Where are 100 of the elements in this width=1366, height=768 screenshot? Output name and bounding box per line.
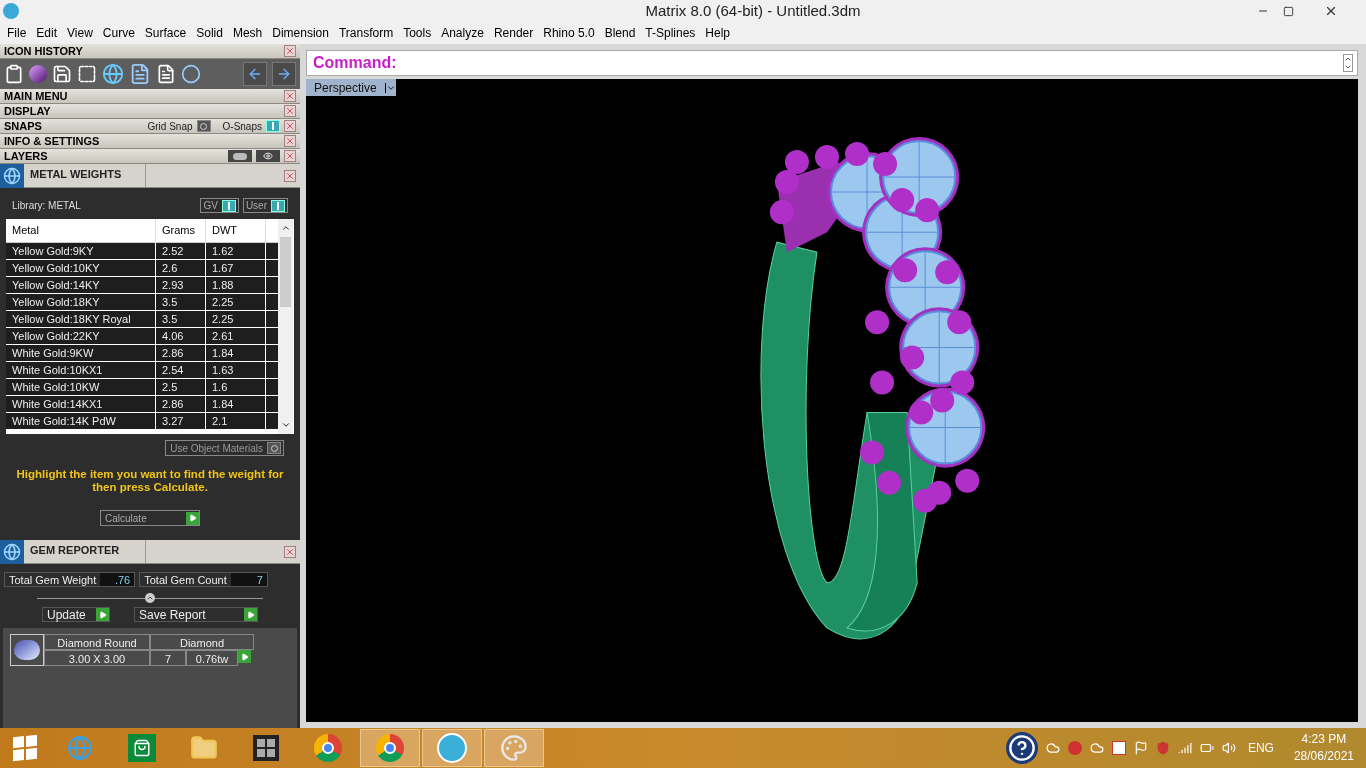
metal-row[interactable]: Yellow Gold:10KY 2.6 1.67 [6, 260, 278, 277]
menu-item[interactable]: Edit [31, 24, 63, 42]
stat-label: Total Gem Count [143, 573, 228, 586]
viewport[interactable]: Perspective [306, 79, 1358, 722]
restore-icon[interactable] [1283, 5, 1294, 17]
scroll-up-icon[interactable] [280, 223, 291, 233]
arrow-right-icon [276, 66, 292, 82]
command-field[interactable]: Command: [306, 50, 1358, 76]
collapse-handle[interactable] [145, 593, 155, 603]
menu-item[interactable]: Rhino 5.0 [538, 24, 600, 42]
table-cell: 1.84 [206, 345, 266, 361]
column-header[interactable]: Grams [156, 219, 206, 242]
close-panel-icon[interactable] [284, 150, 296, 162]
toggle-switch[interactable] [196, 120, 211, 132]
scrollbar[interactable] [278, 219, 293, 434]
menu-item[interactable]: Mesh [227, 24, 268, 42]
document-icon[interactable] [156, 64, 176, 84]
panel-header[interactable]: INFO & SETTINGS [0, 134, 300, 149]
table-cell: 1.62 [206, 243, 266, 259]
scroll-down-icon[interactable] [280, 420, 291, 430]
panel-header[interactable]: DISPLAY [0, 104, 300, 119]
close-panel-icon[interactable] [284, 169, 296, 182]
save-icon[interactable] [52, 64, 72, 84]
close-panel-icon[interactable] [284, 545, 296, 558]
menu-item[interactable]: View [62, 24, 98, 42]
signal-icon[interactable] [1177, 741, 1192, 755]
play-arrow-icon[interactable] [186, 511, 199, 525]
palette-icon[interactable] [500, 734, 528, 762]
metal-row[interactable]: White Gold:10KX1 2.54 1.63 [6, 362, 278, 379]
library-toggle[interactable]: User [242, 198, 288, 213]
library-toggle[interactable]: GV [200, 198, 239, 213]
menu-item[interactable]: Transform [333, 24, 399, 42]
column-header[interactable]: DWT [206, 219, 266, 242]
metal-row[interactable]: Yellow Gold:18KY Royal 3.5 2.25 [6, 311, 278, 328]
column-header[interactable]: Metal [6, 219, 156, 242]
table-cell: Diamond [150, 634, 254, 650]
taskbar-button[interactable] [360, 729, 420, 767]
close-panel-icon[interactable] [284, 120, 296, 132]
layer-shape-button[interactable] [228, 150, 252, 162]
metal-row[interactable]: White Gold:9KW 2.86 1.84 [6, 345, 278, 362]
scrollbar-thumb[interactable] [280, 237, 291, 307]
back-button[interactable] [243, 62, 267, 86]
menu-item[interactable]: Tools [398, 24, 437, 42]
metal-row[interactable]: White Gold:14KX1 2.86 1.84 [6, 396, 278, 413]
panel-header[interactable]: SNAPS Grid Snap O-Snaps [0, 119, 300, 134]
menu-item[interactable]: T-Splines [640, 24, 701, 42]
visibility-button[interactable] [256, 150, 280, 162]
menu-item[interactable]: Dimension [267, 24, 334, 42]
report-button[interactable]: Save Report [134, 607, 258, 622]
menu-item[interactable]: Render [488, 24, 539, 42]
cloud-icon[interactable] [1045, 741, 1060, 755]
chrome-icon[interactable] [314, 734, 342, 762]
shield-icon[interactable] [1155, 741, 1170, 755]
metal-row[interactable]: Yellow Gold:14KY 2.93 1.88 [6, 277, 278, 294]
menu-item[interactable]: Blend [599, 24, 641, 42]
toggle-switch[interactable] [267, 442, 281, 454]
dropdown-icon[interactable] [384, 82, 396, 93]
viewport-tab[interactable]: Perspective [306, 79, 396, 96]
menu-item[interactable]: File [2, 24, 32, 42]
stat-value: 7 [230, 573, 267, 586]
table-cell: 1.67 [206, 260, 266, 276]
panel-header[interactable]: MAIN MENU [0, 89, 300, 104]
metal-row[interactable]: Yellow Gold:22KY 4.06 2.61 [6, 328, 278, 345]
shopping-bag-icon[interactable] [128, 734, 156, 762]
close-panel-icon[interactable] [284, 90, 296, 102]
panel-title: GEM REPORTER [24, 540, 146, 563]
metal-row[interactable]: Yellow Gold:18KY 3.5 2.25 [6, 294, 278, 311]
flag-icon[interactable] [1133, 741, 1148, 755]
panel-header[interactable]: LAYERS [0, 149, 300, 164]
clipboard-icon[interactable] [4, 64, 24, 84]
close-panel-icon[interactable] [284, 45, 296, 57]
chrome-icon[interactable] [376, 734, 404, 762]
close-panel-icon[interactable] [284, 105, 296, 117]
menu-item[interactable]: Help [700, 24, 736, 42]
forward-button[interactable] [272, 62, 296, 86]
check-box-icon[interactable] [1111, 741, 1126, 755]
metal-row[interactable]: White Gold:10KW 2.5 1.6 [6, 379, 278, 396]
metal-row[interactable]: Yellow Gold:9KY 2.52 1.62 [6, 243, 278, 260]
close-panel-icon[interactable] [284, 135, 296, 147]
menu-item[interactable]: Surface [139, 24, 192, 42]
report-button[interactable]: Update [42, 607, 110, 622]
panel-header[interactable]: ICON HISTORY [0, 44, 300, 59]
menu-item[interactable]: Analyze [436, 24, 489, 42]
cloud-icon[interactable] [1089, 741, 1104, 755]
use-object-materials-toggle[interactable]: Use Object Materials [165, 440, 284, 456]
report-icon[interactable] [129, 63, 151, 85]
help-icon[interactable] [1005, 732, 1038, 764]
circle-logo-icon[interactable] [437, 733, 467, 763]
table-cell: Yellow Gold:18KY [6, 294, 156, 310]
volume-icon[interactable] [1221, 741, 1236, 755]
table-cell: Yellow Gold:22KY [6, 328, 156, 344]
menu-item[interactable]: Solid [191, 24, 228, 42]
app-grid-icon[interactable] [253, 735, 279, 761]
snap-label: Grid Snap [147, 119, 193, 134]
battery-icon[interactable] [1199, 741, 1214, 755]
metal-row[interactable]: White Gold:14K PdW 3.27 2.1 [6, 413, 278, 430]
spin-icon[interactable] [1343, 54, 1353, 72]
calculate-button[interactable]: Calculate [100, 510, 200, 526]
folder-icon[interactable] [190, 734, 218, 762]
menu-item[interactable]: Curve [97, 24, 140, 42]
